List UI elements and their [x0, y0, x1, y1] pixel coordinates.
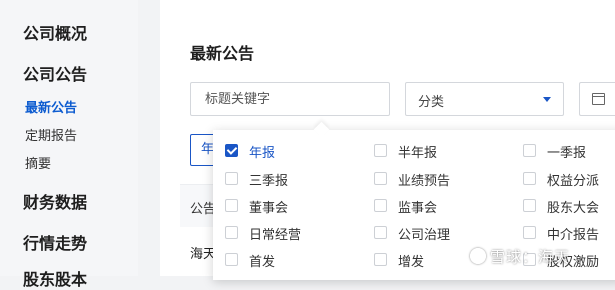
option-label: 一季报	[547, 146, 587, 161]
checkbox-icon[interactable]	[374, 144, 387, 157]
checkbox-icon[interactable]	[523, 144, 536, 157]
sidebar: 公司概况 公司公告 最新公告 定期报告 摘要 财务数据 行情走势 股东股本	[0, 0, 138, 289]
option-label: 业绩预告	[398, 174, 451, 189]
option-label: 中介报告	[547, 228, 600, 243]
sidebar-item-company-announcements[interactable]: 公司公告	[23, 61, 87, 85]
option-label: 股东大会	[547, 201, 600, 216]
option-label: 公司治理	[398, 228, 451, 243]
category-select-value: 分类	[418, 95, 445, 110]
checkbox-icon[interactable]	[225, 199, 238, 212]
sidebar-item-company-overview[interactable]: 公司概况	[23, 20, 87, 44]
option-label: 董事会	[249, 201, 289, 216]
option-label: 日常经营	[249, 228, 302, 243]
checkbox-icon[interactable]	[374, 199, 387, 212]
watermark-text: 雪球：海天	[490, 248, 571, 266]
keyword-search-field[interactable]	[190, 82, 390, 116]
checkbox-icon[interactable]	[374, 172, 387, 185]
keyword-search-input[interactable]	[191, 83, 389, 115]
option-label: 权益分派	[547, 174, 600, 189]
checkbox-icon[interactable]	[225, 226, 238, 239]
checkbox-icon[interactable]	[374, 253, 387, 266]
sidebar-item-financial-data[interactable]: 财务数据	[23, 189, 87, 213]
calendar-icon	[592, 93, 605, 105]
checkbox-icon[interactable]	[225, 253, 238, 266]
checkbox-icon[interactable]	[225, 172, 238, 185]
sidebar-subitem-summary[interactable]: 摘要	[25, 153, 51, 172]
xueqiu-logo-icon	[470, 248, 486, 264]
checkbox-icon[interactable]	[523, 172, 536, 185]
caret-down-icon	[543, 97, 551, 102]
checkbox-icon[interactable]	[374, 226, 387, 239]
page-title: 最新公告	[190, 44, 255, 63]
option-label: 监事会	[398, 201, 438, 216]
option-label: 年报	[249, 146, 276, 161]
checkbox-icon[interactable]	[523, 199, 536, 212]
sidebar-item-market-trend[interactable]: 行情走势	[23, 230, 87, 254]
sidebar-subitem-latest-announcements[interactable]: 最新公告	[25, 97, 77, 116]
option-label: 半年报	[398, 146, 438, 161]
checkbox-icon[interactable]	[523, 226, 536, 239]
category-select[interactable]: 分类	[405, 82, 564, 116]
xueqiu-watermark: 雪球：海天	[470, 246, 570, 267]
checkbox-checked-icon[interactable]	[225, 144, 238, 157]
sidebar-subitem-periodic-reports[interactable]: 定期报告	[25, 125, 77, 144]
date-picker[interactable]	[579, 82, 615, 116]
option-label: 增发	[398, 255, 425, 270]
option-label: 首发	[249, 255, 276, 270]
option-label: 三季报	[249, 174, 289, 189]
sidebar-item-shareholders[interactable]: 股东股本	[23, 266, 87, 290]
